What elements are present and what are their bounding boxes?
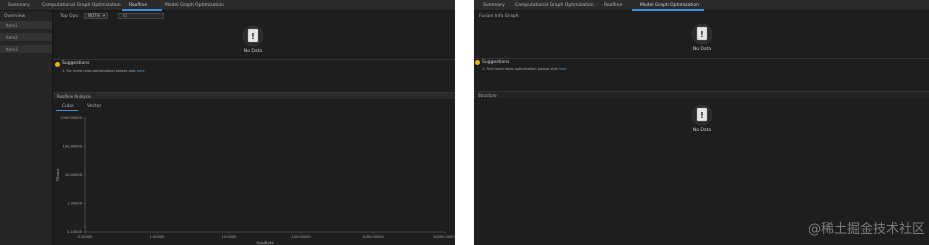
empty-document-icon: ! <box>691 104 713 126</box>
active-tab-indicator <box>632 9 704 11</box>
sidebar-item-2[interactable]: Item2 <box>0 33 52 42</box>
sidebar-item-label: Item1 <box>6 23 18 28</box>
x-tick-label: 10000.00000 <box>433 235 455 239</box>
sidebar-item-label: Item3 <box>6 47 18 52</box>
tab-model-graph-optimization[interactable]: Model Graph Optimization <box>640 3 699 8</box>
structure-section-header: Structure <box>474 91 929 98</box>
search-placeholder: ID <box>123 13 128 18</box>
tab-computational-graph-optimization[interactable]: Computational Graph Optimization <box>42 3 121 8</box>
sidebar-item-label: Item2 <box>6 35 18 40</box>
no-data-placeholder: ! No Data <box>237 24 269 54</box>
suggestion-link[interactable]: here <box>559 67 567 71</box>
svg-text:!: ! <box>700 30 704 39</box>
x-axis-label: Ops/Byte <box>256 240 274 245</box>
x-tick-label: 10.0000 <box>222 235 238 239</box>
suggestions-title: Suggestions <box>482 60 510 65</box>
y-tick-label: 1.00000 <box>67 202 83 206</box>
x-tick-label: 1.00000 <box>150 235 166 239</box>
y-tick-label: 100.00000 <box>63 145 83 149</box>
empty-document-icon: ! <box>242 25 264 47</box>
roofline-chart: 0.10000 1.00000 10.0000 100.00000 1000.00000… <box>55 116 455 245</box>
no-data-placeholder: ! No Data <box>686 22 718 52</box>
y-tick-label: 1000.00000 <box>60 116 82 120</box>
main-tab-bar: Summary Computational Graph Optimization… <box>474 0 929 11</box>
warning-icon <box>55 62 60 67</box>
roofline-window: Summary Computational Graph Optimization… <box>0 0 455 245</box>
divider <box>474 58 929 59</box>
subtab-cube[interactable]: Cube <box>62 104 74 109</box>
x-tick-label: 100.00000 <box>291 235 311 239</box>
svg-text:!: ! <box>700 111 704 120</box>
tab-roofline[interactable]: Roofline <box>129 3 147 8</box>
chevron-down-icon: ▾ <box>102 13 105 18</box>
suggestion-item: 1. For more roles-optimization please vi… <box>62 69 145 73</box>
suggestion-link[interactable]: here <box>137 69 145 73</box>
svg-text:!: ! <box>251 32 255 41</box>
tab-summary[interactable]: Summary <box>8 3 30 8</box>
tab-model-graph-optimization[interactable]: Model Graph Optimization <box>165 3 224 8</box>
fusion-section-title: Fusion Info Graph <box>479 14 519 19</box>
suggestion-item: 1. Find more roles-optimization please v… <box>482 67 566 71</box>
suggestion-text: 1. Find more roles-optimization please v… <box>482 67 558 71</box>
sidebar-item-1[interactable]: Item1 <box>0 21 52 30</box>
no-data-placeholder: ! No Data <box>686 103 718 133</box>
y-tick-label: 10.00000 <box>65 173 83 177</box>
structure-section-title: Structure <box>478 93 497 98</box>
top-ops-value: NOTH <box>88 13 100 18</box>
roofline-section-header: Roofline Analysis <box>53 92 455 99</box>
tab-roofline[interactable]: Roofline <box>604 3 622 8</box>
subtab-vector[interactable]: Vector <box>87 104 101 109</box>
sidebar-title: Overview <box>4 14 26 19</box>
y-axis-label: Tflop/s <box>55 169 60 183</box>
no-data-text: No Data <box>692 128 712 133</box>
y-tick-label: 0.10000 <box>67 230 83 234</box>
active-tab-indicator <box>122 9 162 11</box>
x-tick-label: 0.10000 <box>78 235 94 239</box>
tab-summary[interactable]: Summary <box>483 3 505 8</box>
no-data-text: No Data <box>243 49 263 54</box>
top-ops-select[interactable]: NOTH ▾ <box>84 13 108 19</box>
suggestions-title: Suggestions <box>62 61 90 66</box>
warning-icon <box>475 60 480 65</box>
model-graph-window: Summary Computational Graph Optimization… <box>474 0 929 245</box>
search-input[interactable]: ID <box>118 13 164 19</box>
suggestion-text: 1. For more roles-optimization please vi… <box>62 69 136 73</box>
empty-document-icon: ! <box>691 23 713 45</box>
main-tab-bar: Summary Computational Graph Optimization… <box>0 0 455 11</box>
top-ops-label: Top Ops: <box>60 14 80 19</box>
x-tick-label: 1000.00000 <box>362 235 384 239</box>
watermark: @稀土掘金技术社区 <box>807 222 925 237</box>
tab-computational-graph-optimization[interactable]: Computational Graph Optimization <box>515 3 594 8</box>
no-data-text: No Data <box>692 47 712 52</box>
sidebar-item-3[interactable]: Item3 <box>0 45 52 54</box>
divider <box>53 59 455 60</box>
sidebar: Overview Item1 Item2 Item3 <box>0 11 53 245</box>
active-subtab-indicator <box>56 110 78 111</box>
roofline-section-title: Roofline Analysis <box>57 94 91 99</box>
